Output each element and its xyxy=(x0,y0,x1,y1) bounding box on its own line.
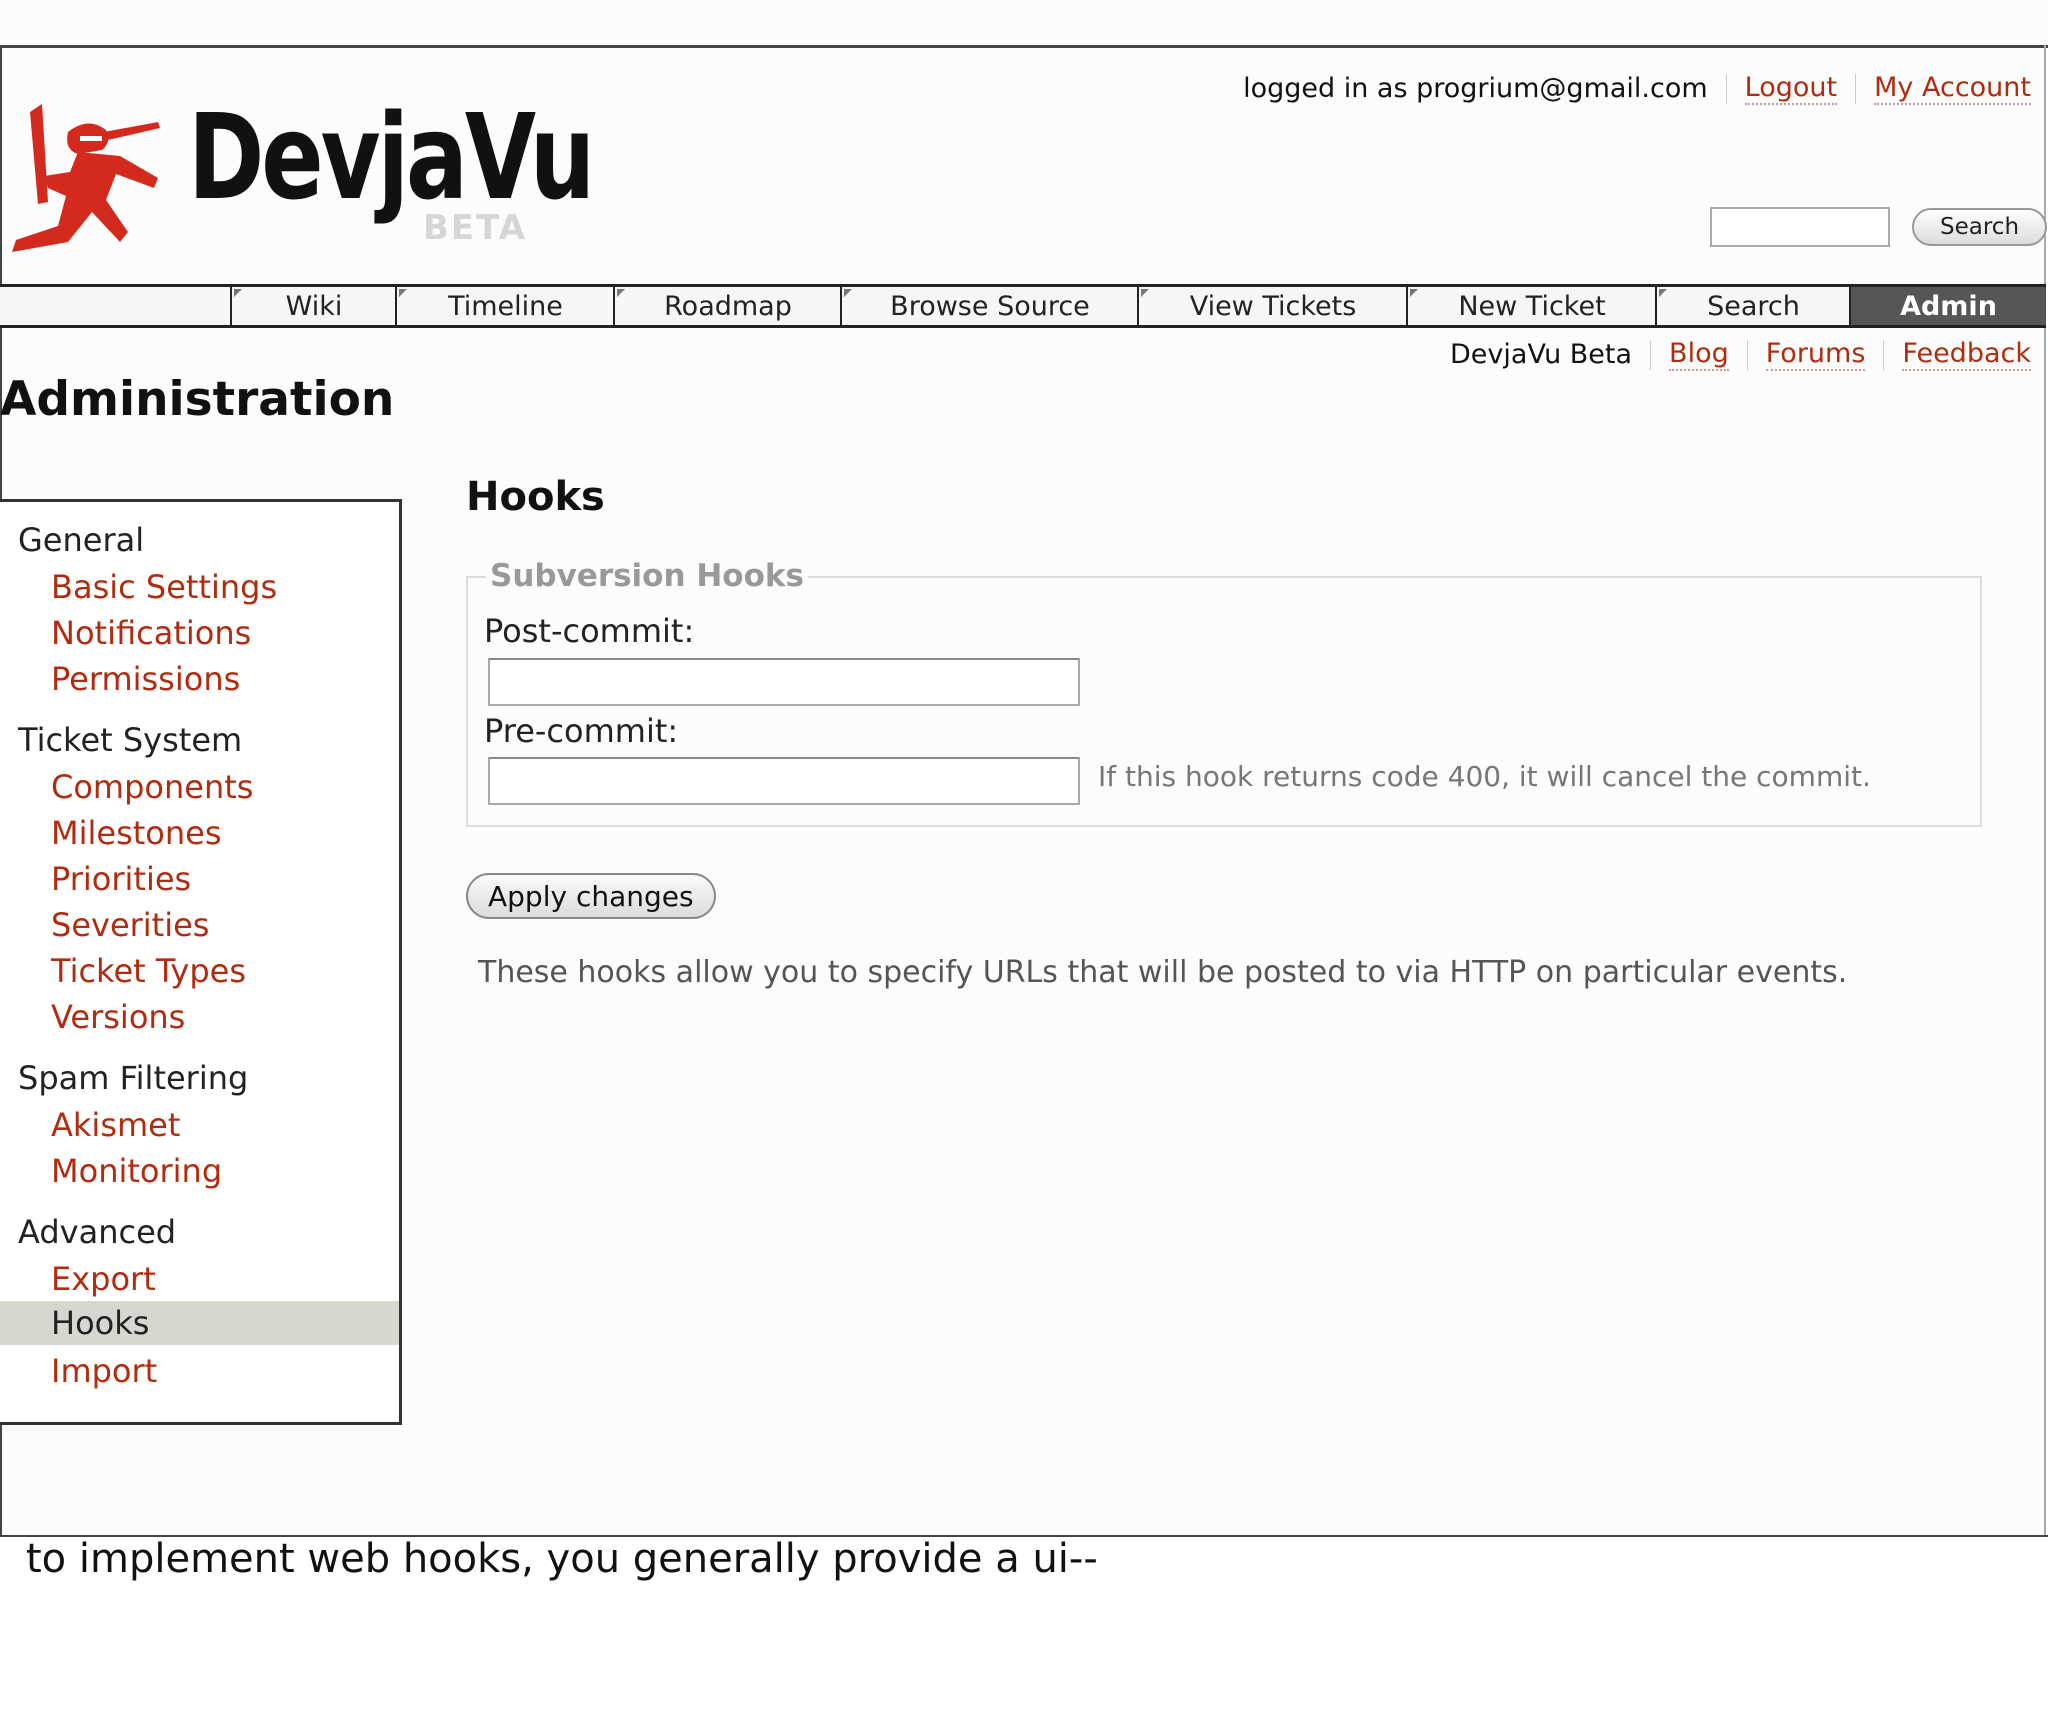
sidebar-item-ticket-types[interactable]: Ticket Types xyxy=(0,949,399,993)
admin-sidebar: General Basic Settings Notifications Per… xyxy=(0,499,402,1425)
main-nav: Wiki Timeline Roadmap Browse Source View… xyxy=(0,284,2046,328)
post-commit-input[interactable] xyxy=(488,658,1080,706)
sidebar-group-general: General xyxy=(18,521,145,559)
sidebar-item-basic-settings[interactable]: Basic Settings xyxy=(0,565,399,609)
tab-view-tickets[interactable]: View Tickets xyxy=(1137,287,1407,325)
subnav-separator xyxy=(1883,339,1885,370)
sidebar-item-milestones[interactable]: Milestones xyxy=(0,811,399,855)
meta-separator xyxy=(1725,73,1727,104)
apply-changes-button[interactable]: Apply changes xyxy=(466,873,716,919)
sidebar-item-import[interactable]: Import xyxy=(0,1349,399,1393)
site-logo[interactable]: DevjaVu BETA xyxy=(8,88,595,262)
sidebar-item-akismet[interactable]: Akismet xyxy=(0,1103,399,1147)
logo-beta-badge: BETA xyxy=(423,208,528,248)
sidebar-group-ticket-system: Ticket System xyxy=(18,721,243,759)
subnav-blog-link[interactable]: Blog xyxy=(1669,338,1729,371)
sidebar-item-priorities[interactable]: Priorities xyxy=(0,857,399,901)
meta-nav: logged in as progrium@gmail.com Logout M… xyxy=(1243,72,2031,105)
pre-commit-label: Pre-commit: xyxy=(484,712,679,750)
pre-commit-hint: If this hook returns code 400, it will c… xyxy=(1098,760,1871,793)
content-title: Hooks xyxy=(466,474,605,520)
slide-caption: to implement web hooks, you generally pr… xyxy=(26,1536,1098,1582)
search-button[interactable]: Search xyxy=(1912,208,2048,246)
pre-commit-input[interactable] xyxy=(488,757,1080,805)
tab-new-ticket[interactable]: New Ticket xyxy=(1406,287,1656,325)
subnav-feedback-link[interactable]: Feedback xyxy=(1902,338,2031,371)
frame-border-right xyxy=(2044,45,2046,1537)
tab-browse-source[interactable]: Browse Source xyxy=(840,287,1138,325)
sidebar-item-components[interactable]: Components xyxy=(0,765,399,809)
sidebar-group-advanced: Advanced xyxy=(18,1213,177,1251)
subnav-devjavu-beta: DevjaVu Beta xyxy=(1450,339,1633,370)
tab-wiki[interactable]: Wiki xyxy=(230,287,396,325)
logged-in-text: logged in as progrium@gmail.com xyxy=(1243,73,1708,104)
logo-wordmark: DevjaVu xyxy=(188,88,595,226)
meta-separator xyxy=(1855,73,1857,104)
logout-link[interactable]: Logout xyxy=(1744,72,1838,105)
tab-admin[interactable]: Admin xyxy=(1849,287,2046,325)
screenshot: DevjaVu BETA logged in as progrium@gmail… xyxy=(0,0,2048,1537)
sidebar-item-monitoring[interactable]: Monitoring xyxy=(0,1149,399,1193)
tab-roadmap[interactable]: Roadmap xyxy=(613,287,841,325)
sidebar-item-severities[interactable]: Severities xyxy=(0,903,399,947)
fieldset-legend: Subversion Hooks xyxy=(486,558,808,594)
hooks-help-text: These hooks allow you to specify URLs th… xyxy=(478,955,1848,990)
sidebar-item-permissions[interactable]: Permissions xyxy=(0,657,399,701)
sidebar-item-notifications[interactable]: Notifications xyxy=(0,611,399,655)
tab-timeline[interactable]: Timeline xyxy=(395,287,614,325)
ninja-logo-icon xyxy=(12,104,160,252)
sidebar-item-hooks[interactable]: Hooks xyxy=(0,1301,399,1345)
subnav-forums-link[interactable]: Forums xyxy=(1765,338,1866,371)
my-account-link[interactable]: My Account xyxy=(1874,72,2031,105)
post-commit-label: Post-commit: xyxy=(484,612,695,650)
sidebar-group-spam-filtering: Spam Filtering xyxy=(18,1059,249,1097)
sidebar-item-versions[interactable]: Versions xyxy=(0,995,399,1039)
sub-nav: DevjaVu Beta Blog Forums Feedback xyxy=(1450,338,2031,371)
top-search: Search xyxy=(1710,207,2048,247)
subnav-separator xyxy=(1650,339,1652,370)
tab-search[interactable]: Search xyxy=(1655,287,1850,325)
sidebar-item-export[interactable]: Export xyxy=(0,1257,399,1301)
search-input[interactable] xyxy=(1710,207,1890,247)
frame-border-top xyxy=(0,45,2048,48)
subnav-separator xyxy=(1746,339,1748,370)
page-title: Administration xyxy=(0,372,395,427)
